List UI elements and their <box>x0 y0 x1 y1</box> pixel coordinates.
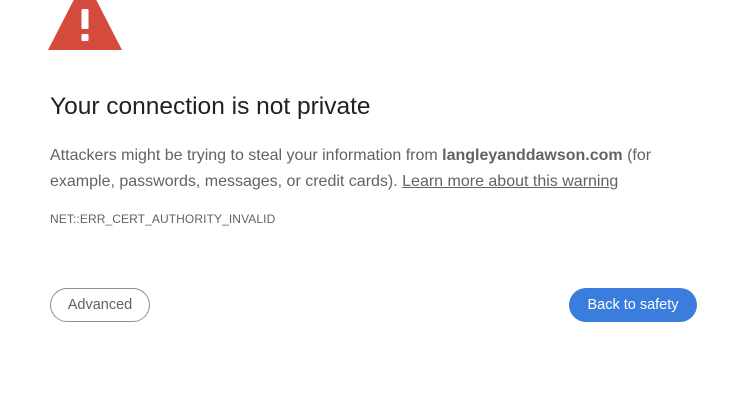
learn-more-link[interactable]: Learn more about this warning <box>402 173 618 190</box>
error-code: NET::ERR_CERT_AUTHORITY_INVALID <box>50 212 276 226</box>
message-prefix: Attackers might be trying to steal your … <box>50 147 443 164</box>
page-title: Your connection is not private <box>50 93 371 120</box>
warning-message: Attackers might be trying to steal your … <box>50 143 710 195</box>
advanced-button[interactable]: Advanced <box>50 288 150 322</box>
site-domain: langleyanddawson.com <box>442 147 623 164</box>
back-to-safety-button[interactable]: Back to safety <box>569 288 697 322</box>
interstitial-page: Your connection is not private Attackers… <box>0 0 750 420</box>
warning-icon <box>48 0 122 50</box>
